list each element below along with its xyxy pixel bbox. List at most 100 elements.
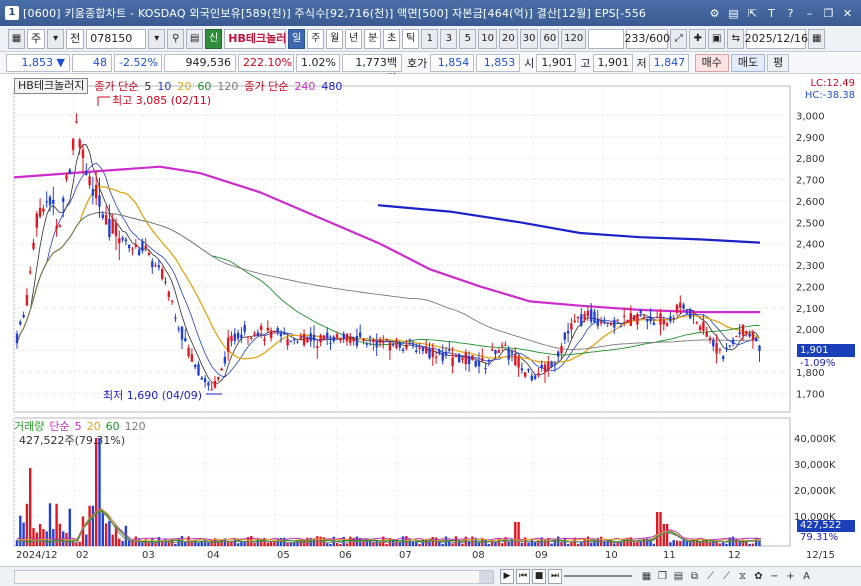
bid-label: 호가 [407, 56, 428, 70]
candle-body [177, 328, 180, 330]
candle-body [722, 356, 725, 359]
tab-minute[interactable]: 분 [364, 28, 382, 49]
tab-month[interactable]: 월 [326, 28, 344, 49]
chevron-down-icon[interactable]: ▾ [47, 28, 65, 49]
time-scrollbar[interactable] [14, 570, 494, 584]
calendar-icon[interactable]: ▦ [808, 28, 826, 49]
interval-1[interactable]: 1 [421, 28, 439, 49]
trend-icon[interactable]: ⟋ [720, 569, 733, 584]
candle-body [586, 310, 590, 317]
volume-bar [669, 542, 672, 546]
window-icon[interactable]: ▤ [726, 6, 741, 21]
candle-body [477, 360, 481, 367]
candle-body [755, 338, 758, 342]
stock-legend-box[interactable]: HB테크놀러지 [14, 78, 89, 94]
cross-icon[interactable]: ✚ [689, 28, 707, 49]
zoom-slider[interactable] [564, 575, 632, 577]
candle-body [560, 346, 563, 354]
interval-30[interactable]: 30 [519, 28, 539, 49]
volume-bar [240, 542, 243, 546]
volume-bar [662, 524, 665, 546]
scroll-thumb[interactable] [479, 571, 493, 583]
price-chart-svg[interactable]: 1,7001,8001,9002,0002,1002,2002,3002,400… [0, 74, 861, 564]
date-input[interactable]: 2025/12/16 [745, 28, 808, 49]
candle-body [642, 316, 646, 319]
help-icon[interactable]: ? [783, 6, 798, 21]
candle-body [543, 364, 547, 372]
sell-button[interactable]: 매도 [730, 53, 766, 72]
interval-20[interactable]: 20 [498, 28, 518, 49]
volume-bar [339, 543, 342, 546]
chart-icon[interactable]: ⧉ [688, 569, 701, 584]
tab-year[interactable]: 년 [345, 28, 363, 49]
grid-icon[interactable]: ▦ [8, 28, 25, 49]
options-icon[interactable]: ▤ [186, 28, 204, 49]
volume-plot-frame [13, 417, 791, 547]
ma240-legend: 240 [294, 79, 316, 93]
draw-icon[interactable]: ⟋ [704, 569, 717, 584]
close-icon[interactable]: ✕ [840, 6, 855, 21]
stop-icon[interactable]: ■ [532, 569, 546, 584]
candle-body [227, 337, 230, 352]
chart-area[interactable]: 1,7001,8001,9002,0002,1002,2002,3002,400… [0, 74, 861, 564]
interval-120[interactable]: 120 [561, 28, 587, 49]
candle-body [101, 214, 104, 218]
font-icon[interactable]: A [800, 569, 813, 584]
candle-body [547, 362, 550, 369]
interval-3[interactable]: 3 [440, 28, 458, 49]
candle-body [335, 334, 339, 338]
minimize-icon[interactable]: – [802, 6, 817, 21]
candle-body [665, 323, 669, 326]
fullscreen-icon[interactable]: ⤢ [670, 28, 688, 49]
pin-icon[interactable]: ⇱ [745, 6, 760, 21]
settings-icon[interactable]: ⚙ [707, 6, 722, 21]
prev-button[interactable]: 전 [66, 28, 85, 49]
candle-body [207, 382, 210, 386]
buy-button[interactable]: 매수 [694, 53, 729, 72]
candle-body [194, 364, 197, 368]
search-icon[interactable]: ⚲ [167, 28, 185, 49]
restore-icon[interactable]: ❐ [821, 6, 836, 21]
volume-pct-tag: 79.31% [800, 532, 839, 543]
forward-icon[interactable]: ⏭ [548, 569, 562, 584]
zoom-out-icon[interactable]: − [768, 569, 781, 584]
stock-dropdown-icon[interactable]: ▾ [148, 28, 166, 49]
average-button[interactable]: 평 [767, 53, 790, 72]
volume-bar [722, 542, 725, 546]
copy-icon[interactable]: ❐ [656, 569, 669, 584]
interval-5[interactable]: 5 [459, 28, 477, 49]
tab-tick[interactable]: 틱 [402, 28, 420, 49]
candle-body [467, 356, 471, 365]
candle-body [180, 326, 184, 340]
volume-bar [253, 543, 256, 546]
data-count[interactable]: 233/600 [624, 28, 670, 49]
candle-body [524, 372, 527, 377]
interval-60[interactable]: 60 [540, 28, 560, 49]
zoom-in-icon[interactable]: + [784, 569, 797, 584]
grid-toggle-icon[interactable]: ▤ [672, 569, 685, 584]
play-icon[interactable]: ▶ [500, 569, 514, 584]
save-icon[interactable]: ▣ [708, 28, 726, 49]
period-type-select[interactable]: 주 [27, 28, 46, 49]
custom-interval-input[interactable] [588, 28, 625, 49]
current-price: 1,853 ▼ [6, 53, 70, 72]
palette-icon[interactable]: ✿ [752, 569, 765, 584]
candle-body [504, 344, 507, 346]
stock-name[interactable]: HB테크놀러 [224, 28, 286, 49]
volume-bar [286, 542, 289, 546]
tab-week[interactable]: 주 [307, 28, 325, 49]
volume-bar [632, 542, 636, 546]
price-tick-label: 2,300 [796, 261, 825, 272]
candle-body [497, 350, 500, 353]
rewind-icon[interactable]: ⏮ [516, 569, 530, 584]
tab-day[interactable]: 일 [288, 28, 306, 49]
tab-second[interactable]: 초 [383, 28, 401, 49]
stock-code-input[interactable]: 078150 [86, 28, 147, 49]
candle-body [359, 332, 362, 337]
link-icon[interactable]: ⇆ [727, 28, 745, 49]
text-icon[interactable]: T [764, 6, 779, 21]
interval-10[interactable]: 10 [478, 28, 497, 49]
marker-icon[interactable]: ⧖ [736, 569, 749, 584]
volume-bar [385, 543, 388, 546]
layout-icon[interactable]: ▦ [640, 569, 653, 584]
